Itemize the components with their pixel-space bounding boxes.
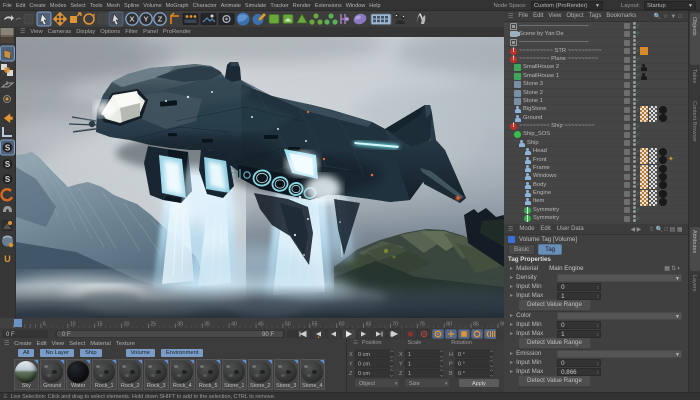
svg-text:0 cm: 0 cm xyxy=(358,352,370,358)
svg-text:35: 35 xyxy=(204,322,210,328)
svg-text:25: 25 xyxy=(150,322,156,328)
svg-text:Y: Y xyxy=(349,362,353,368)
svg-text:5: 5 xyxy=(43,322,46,328)
svg-text:85: 85 xyxy=(473,322,479,328)
svg-text:0 cm: 0 cm xyxy=(358,362,370,368)
svg-text:U: U xyxy=(4,254,11,264)
svg-text:S: S xyxy=(5,144,11,153)
svg-text:0 F: 0 F xyxy=(62,332,71,338)
svg-text:0 °: 0 ° xyxy=(458,352,465,358)
svg-text:40: 40 xyxy=(231,322,237,328)
svg-text:60: 60 xyxy=(339,322,345,328)
svg-text:X: X xyxy=(129,15,134,24)
svg-text:Z: Z xyxy=(349,371,353,377)
svg-text:Apply: Apply xyxy=(472,381,486,387)
svg-text:Y: Y xyxy=(399,362,403,368)
svg-text:▼: ▼ xyxy=(394,381,398,386)
svg-text:70: 70 xyxy=(392,322,398,328)
svg-text:1: 1 xyxy=(408,352,411,358)
svg-text:1: 1 xyxy=(408,371,411,377)
svg-text:Z: Z xyxy=(158,15,163,24)
svg-text:1: 1 xyxy=(408,362,411,368)
svg-text:0 °: 0 ° xyxy=(458,371,465,377)
svg-text:X: X xyxy=(399,352,403,358)
svg-text:Y: Y xyxy=(143,15,148,24)
svg-text:H: H xyxy=(449,352,453,358)
svg-text:B: B xyxy=(449,371,453,377)
svg-text:90 F: 90 F xyxy=(262,332,274,338)
svg-text:▼: ▼ xyxy=(444,381,448,386)
svg-text:0 F: 0 F xyxy=(6,332,15,338)
svg-text:0 °: 0 ° xyxy=(458,362,465,368)
svg-text:45: 45 xyxy=(258,322,264,328)
svg-text:Size: Size xyxy=(409,381,420,387)
svg-text:10: 10 xyxy=(70,322,76,328)
svg-text:75: 75 xyxy=(419,322,425,328)
svg-text:S: S xyxy=(5,175,11,184)
svg-text:15: 15 xyxy=(97,322,103,328)
svg-text:X: X xyxy=(349,352,353,358)
svg-text:Z: Z xyxy=(399,371,403,377)
svg-text:0 cm: 0 cm xyxy=(358,371,370,377)
svg-text:30: 30 xyxy=(177,322,183,328)
svg-text:55: 55 xyxy=(312,322,318,328)
svg-text:90: 90 xyxy=(500,322,504,328)
svg-text:50: 50 xyxy=(285,322,291,328)
svg-text:Object: Object xyxy=(359,381,375,387)
svg-text:P: P xyxy=(449,362,453,368)
svg-text:65: 65 xyxy=(366,322,372,328)
svg-text:S: S xyxy=(5,160,11,169)
svg-text:20: 20 xyxy=(124,322,130,328)
svg-text:80: 80 xyxy=(446,322,452,328)
